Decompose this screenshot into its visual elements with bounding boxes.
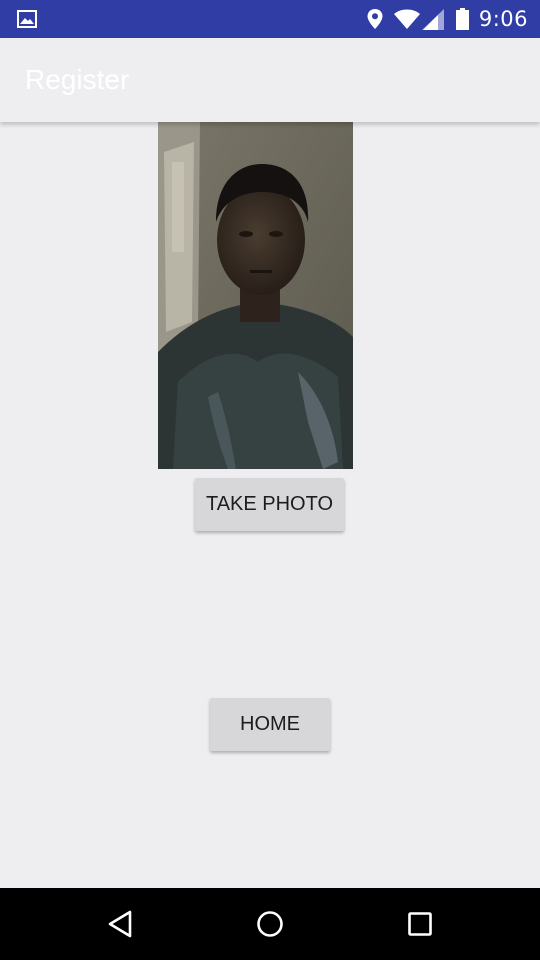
register-screen: 9:06 Register TAKE PHOTO HOME xyxy=(0,0,540,960)
location-icon xyxy=(367,9,383,29)
captured-photo xyxy=(158,122,353,469)
app-bar: Register xyxy=(0,38,540,122)
nav-home-button[interactable] xyxy=(230,888,310,960)
battery-icon xyxy=(455,8,469,30)
gallery-icon xyxy=(17,10,37,28)
back-triangle-icon xyxy=(108,910,132,938)
status-bar: 9:06 xyxy=(0,0,540,38)
home-circle-icon xyxy=(257,911,283,937)
take-photo-button[interactable]: TAKE PHOTO xyxy=(195,478,344,531)
home-button[interactable]: HOME xyxy=(210,698,330,751)
cell-signal-icon xyxy=(421,8,444,30)
page-title: Register xyxy=(25,64,130,95)
wifi-icon xyxy=(393,9,420,29)
status-time: 9:06 xyxy=(478,7,528,31)
navigation-bar xyxy=(0,888,540,960)
nav-recents-button[interactable] xyxy=(380,888,460,960)
main-content: TAKE PHOTO HOME xyxy=(0,122,540,888)
status-icons: 9:06 xyxy=(366,0,528,38)
nav-back-button[interactable] xyxy=(80,888,160,960)
photo-preview xyxy=(158,122,353,469)
recents-square-icon xyxy=(408,912,432,936)
